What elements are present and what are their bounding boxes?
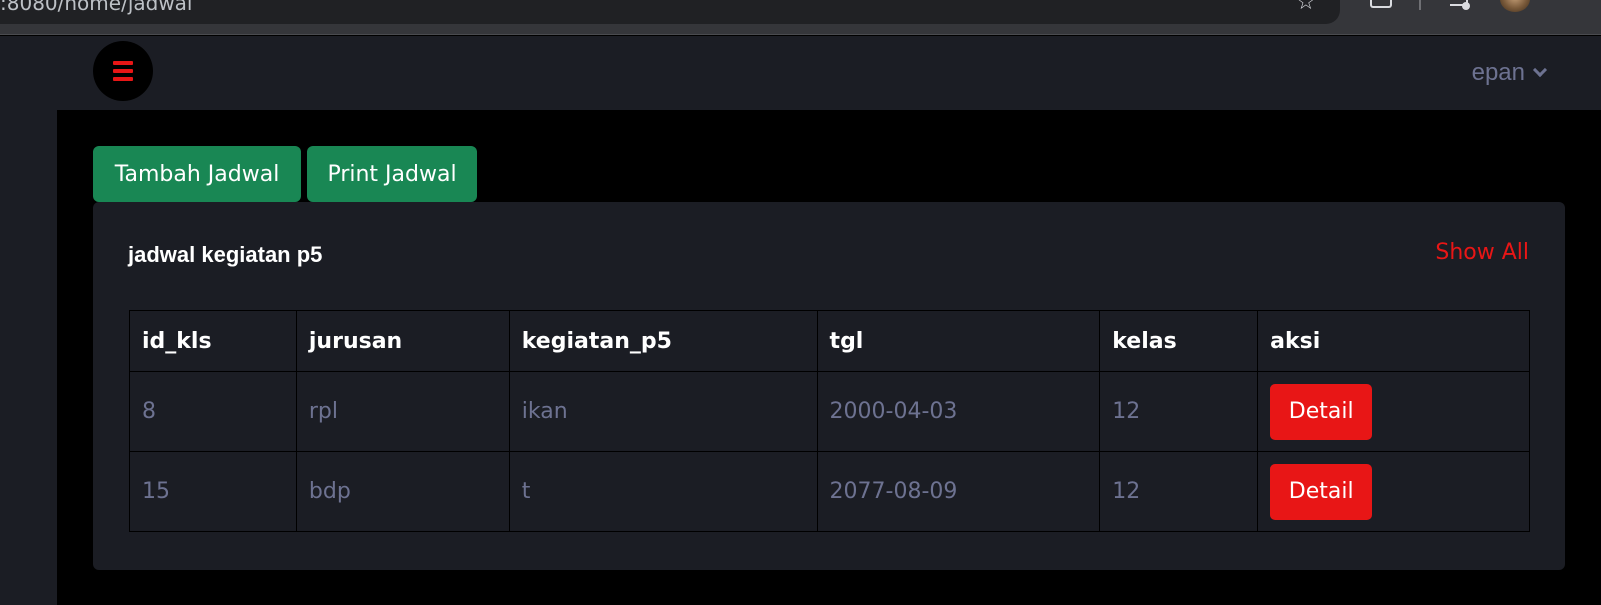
card-title: jadwal kegiatan p5 xyxy=(128,242,323,267)
toolbar-divider xyxy=(1419,0,1421,10)
address-bar[interactable]: :8080/home/jadwal ☆ xyxy=(0,0,1340,24)
header-jurusan: jurusan xyxy=(295,310,510,372)
cell-kegiatan-p5: ikan xyxy=(508,371,818,452)
browser-chrome: :8080/home/jadwal ☆ xyxy=(0,0,1601,35)
bookmark-star-icon[interactable]: ☆ xyxy=(1296,0,1316,14)
jadwal-card: jadwal kegiatan p5 Show All id_kls jurus… xyxy=(93,202,1565,570)
header-id-kls: id_kls xyxy=(129,310,297,372)
cell-kelas: 12 xyxy=(1099,451,1259,532)
jadwal-table: id_kls jurusan kegiatan_p5 tgl kelas aks… xyxy=(129,310,1530,532)
top-navbar: epan xyxy=(57,36,1601,110)
cell-kelas: 12 xyxy=(1099,371,1259,452)
table-row: 8 rpl ikan 2000-04-03 12 Detail xyxy=(129,371,1530,452)
cell-tgl: 2077-08-09 xyxy=(816,451,1101,532)
sidebar xyxy=(0,36,57,605)
hamburger-menu-button[interactable] xyxy=(93,41,153,101)
cell-tgl: 2000-04-03 xyxy=(816,371,1101,452)
detail-button[interactable]: Detail xyxy=(1270,383,1373,440)
header-tgl: tgl xyxy=(816,310,1101,372)
cell-kegiatan-p5: t xyxy=(508,451,818,532)
cell-jurusan: bdp xyxy=(295,451,510,532)
cell-id-kls: 15 xyxy=(129,451,297,532)
chevron-down-icon xyxy=(1532,62,1548,78)
cell-aksi: Detail xyxy=(1257,451,1530,532)
table-header-row: id_kls jurusan kegiatan_p5 tgl kelas aks… xyxy=(129,310,1530,372)
cell-jurusan: rpl xyxy=(295,371,510,452)
hamburger-icon xyxy=(113,61,133,65)
user-name: epan xyxy=(1471,59,1525,86)
url-text[interactable]: :8080/home/jadwal xyxy=(0,0,193,15)
detail-button[interactable]: Detail xyxy=(1270,463,1373,520)
extensions-dot-icon xyxy=(1462,2,1470,10)
cell-aksi: Detail xyxy=(1257,371,1530,452)
profile-avatar[interactable] xyxy=(1500,0,1530,12)
hamburger-icon-bar xyxy=(113,77,133,81)
header-kelas: kelas xyxy=(1099,310,1259,372)
print-jadwal-button[interactable]: Print Jadwal xyxy=(307,146,477,202)
hamburger-icon-bar xyxy=(113,69,133,73)
tambah-jadwal-button[interactable]: Tambah Jadwal xyxy=(93,146,301,202)
header-aksi: aksi xyxy=(1257,310,1530,372)
header-kegiatan-p5: kegiatan_p5 xyxy=(508,310,818,372)
cell-id-kls: 8 xyxy=(129,371,297,452)
user-menu[interactable]: epan xyxy=(1471,56,1548,90)
table-row: 15 bdp t 2077-08-09 12 Detail xyxy=(129,451,1530,532)
share-icon[interactable] xyxy=(1370,0,1392,8)
show-all-link[interactable]: Show All xyxy=(1435,240,1529,265)
